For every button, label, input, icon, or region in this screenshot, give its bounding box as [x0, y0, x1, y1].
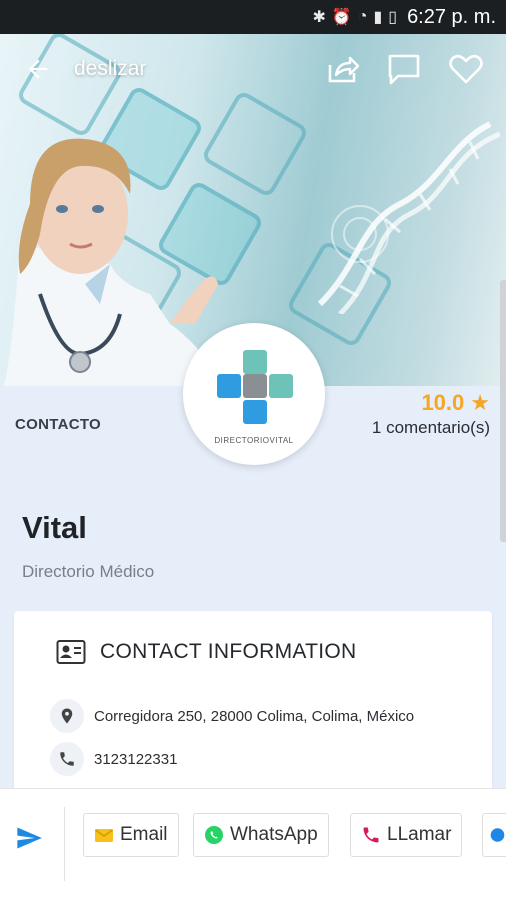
call-label: LLamar	[387, 824, 452, 845]
medical-cross-logo	[217, 349, 293, 424]
bottom-action-bar: Email WhatsApp LLamar	[0, 788, 506, 900]
location-pin-icon	[50, 699, 84, 733]
whatsapp-button[interactable]: WhatsApp	[193, 813, 329, 857]
share-button[interactable]	[320, 47, 364, 91]
alarm-icon: ⏰	[331, 9, 352, 26]
doctor-photo	[3, 138, 226, 386]
dna-helix-graphic	[317, 121, 500, 314]
address-text: Corregidora 250, 28000 Colima, Colima, M…	[94, 707, 415, 725]
favorite-button[interactable]	[444, 47, 488, 91]
bluetooth-icon: ✱	[312, 9, 326, 26]
phone-icon	[363, 827, 379, 843]
battery-icon: ▯	[388, 9, 398, 26]
business-name: Vital	[22, 510, 87, 545]
comment-count: 1 comentario(s)	[371, 418, 490, 437]
back-arrow-icon	[28, 59, 48, 79]
contact-card: CONTACT INFORMATION Corregidora 250, 280…	[14, 611, 492, 801]
page-title: deslizar	[74, 57, 147, 80]
more-button-partial[interactable]	[482, 813, 506, 857]
phone-icon	[50, 742, 84, 776]
email-label: Email	[120, 824, 168, 845]
status-time: 6:27 p. m.	[407, 5, 496, 28]
rating-score: 10.0	[421, 390, 465, 415]
email-button[interactable]: Email	[83, 813, 179, 857]
contact-card-icon	[56, 640, 86, 664]
share-icon	[328, 56, 360, 83]
business-category: Directorio Médico	[22, 562, 155, 581]
top-bar: deslizar	[0, 34, 506, 104]
whatsapp-label: WhatsApp	[230, 824, 318, 845]
top-actions	[320, 47, 488, 91]
star-icon: ★	[470, 390, 490, 415]
rating-block[interactable]: 10.0 ★ 1 comentario(s)	[372, 390, 490, 438]
phone-text: 3123122331	[94, 750, 178, 768]
logo-wordmark: DIRECTORIOVITAL	[214, 435, 294, 445]
whatsapp-icon	[205, 826, 223, 844]
scroll-edge-indicator	[500, 280, 506, 542]
send-icon	[17, 827, 42, 849]
email-icon	[95, 829, 113, 842]
comment-icon	[388, 54, 420, 85]
business-logo: DIRECTORIOVITAL	[183, 323, 325, 465]
contact-card-title: CONTACT INFORMATION	[100, 640, 357, 663]
call-button[interactable]: LLamar	[350, 813, 463, 857]
section-label[interactable]: CONTACTO	[15, 416, 101, 433]
signal-icon: ▮	[373, 9, 383, 26]
contact-card-header: CONTACT INFORMATION	[56, 639, 357, 665]
status-bar: ✱ ⏰ ◔ ▮ ▯ 6:27 p. m.	[0, 0, 506, 34]
back-button[interactable]	[16, 47, 60, 91]
more-contact-icon	[490, 828, 505, 842]
address-row[interactable]: Corregidora 250, 28000 Colima, Colima, M…	[50, 699, 414, 733]
comment-button[interactable]	[382, 47, 426, 91]
heart-icon	[449, 54, 483, 84]
send-button[interactable]	[12, 821, 46, 855]
phone-row[interactable]: 3123122331	[50, 742, 177, 776]
wifi-icon: ◔	[357, 8, 368, 25]
divider	[64, 807, 65, 881]
